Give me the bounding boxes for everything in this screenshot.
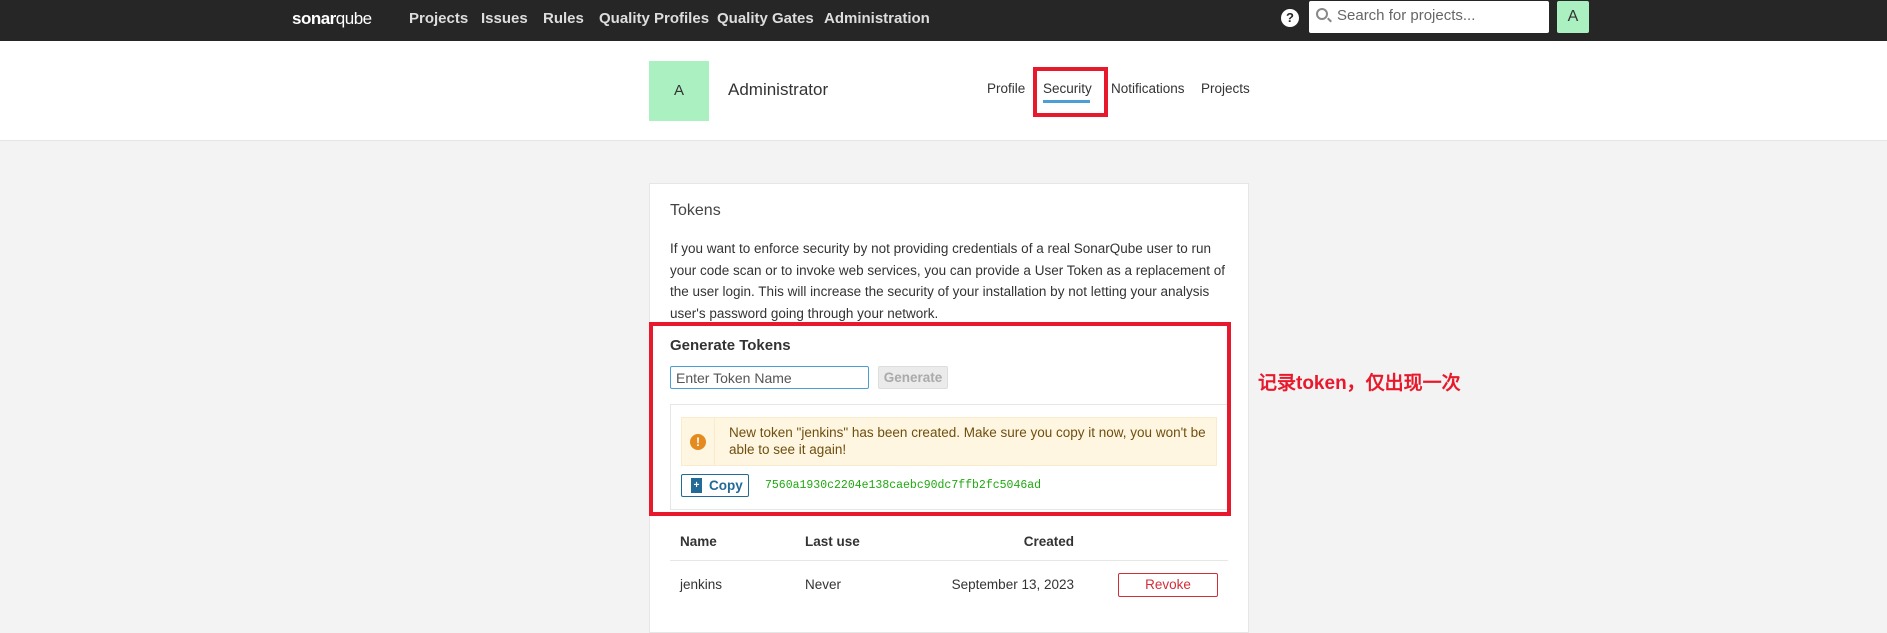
annotation-text: 记录token，仅出现一次 (1258, 373, 1461, 394)
nav-projects[interactable]: Projects (409, 10, 468, 27)
token-name-cell: jenkins (680, 577, 723, 592)
tokens-description: If you want to enforce security by not p… (670, 241, 1226, 321)
revoke-button[interactable]: Revoke (1118, 573, 1218, 597)
highlight-box-token (649, 322, 1231, 516)
user-avatar-button[interactable]: A (1557, 1, 1589, 33)
tab-projects[interactable]: Projects (1201, 81, 1250, 96)
nav-rules[interactable]: Rules (543, 10, 584, 27)
tokens-title: Tokens (670, 202, 721, 219)
nav-issues[interactable]: Issues (481, 10, 528, 27)
token-last-use-cell: Never (805, 577, 842, 592)
tab-notifications[interactable]: Notifications (1111, 81, 1185, 96)
account-header (0, 41, 1887, 141)
nav-quality-profiles[interactable]: Quality Profiles (599, 10, 709, 27)
column-header-last-use: Last use (805, 534, 860, 549)
username: Administrator (728, 80, 829, 99)
column-header-name: Name (680, 534, 717, 549)
column-header-created: Created (1023, 534, 1074, 549)
search-icon (1316, 8, 1328, 20)
help-icon[interactable]: ? (1281, 9, 1299, 27)
top-navbar: sonarqube Projects Issues Rules Quality … (0, 0, 1887, 41)
table-divider (670, 560, 1228, 561)
avatar: A (649, 61, 709, 121)
highlight-box-security (1033, 67, 1108, 117)
nav-administration[interactable]: Administration (824, 10, 930, 27)
sonarqube-logo[interactable]: sonarqube (292, 9, 372, 29)
token-created-cell: September 13, 2023 (951, 577, 1074, 592)
search-input[interactable] (1337, 7, 1542, 24)
search-box (1309, 1, 1549, 33)
nav-quality-gates[interactable]: Quality Gates (717, 10, 814, 27)
tab-profile[interactable]: Profile (987, 81, 1025, 96)
